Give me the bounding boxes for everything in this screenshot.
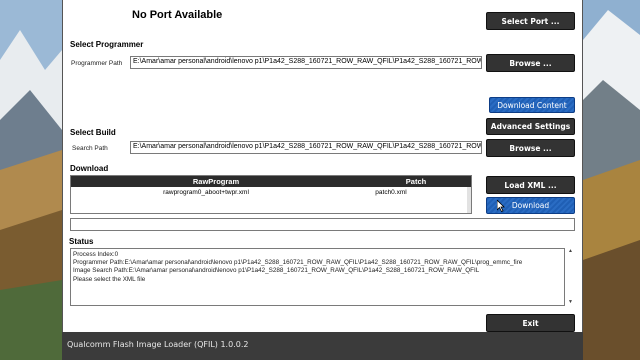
- exit-button[interactable]: Exit: [486, 314, 575, 332]
- grid-scrollbar[interactable]: [467, 187, 471, 213]
- window-title-bar: Qualcomm Flash Image Loader (QFIL) 1.0.0…: [62, 332, 583, 360]
- build-browse-button[interactable]: Browse ...: [486, 139, 575, 157]
- search-path-label: Search Path: [72, 145, 108, 152]
- progress-field: [70, 218, 575, 231]
- status-line: Image Search Path:E:\Amar\amar personal\…: [73, 267, 480, 275]
- select-build-heading: Select Build: [70, 128, 116, 137]
- status-line: Programmer Path:E:\Amar\amar personal\an…: [73, 259, 523, 267]
- programmer-browse-button[interactable]: Browse ...: [486, 54, 575, 72]
- download-grid-header: RawProgram Patch: [71, 176, 471, 187]
- status-line: Process Index:0: [73, 251, 119, 258]
- download-grid[interactable]: RawProgram Patch rawprogram0_aboot+twpr.…: [70, 175, 472, 214]
- mouse-pointer-icon: [497, 200, 505, 212]
- rawprogram-cell: rawprogram0_aboot+twpr.xml: [163, 189, 249, 196]
- desktop-wallpaper-right: [583, 0, 640, 360]
- status-heading: Status: [69, 237, 94, 246]
- patch-cell: patch0.xml: [375, 189, 407, 196]
- status-scrollbar[interactable]: ▲ ▼: [566, 248, 575, 306]
- column-header-patch[interactable]: Patch: [361, 177, 471, 186]
- download-heading: Download: [70, 164, 109, 173]
- select-programmer-heading: Select Programmer: [70, 40, 144, 49]
- select-port-button[interactable]: Select Port ...: [486, 12, 575, 30]
- load-xml-button[interactable]: Load XML ...: [486, 176, 575, 194]
- advanced-settings-button[interactable]: Advanced Settings: [486, 118, 575, 135]
- column-header-rawprogram[interactable]: RawProgram: [71, 177, 361, 186]
- status-line: Please select the XML file: [73, 275, 146, 283]
- desktop-wallpaper-left: [0, 0, 62, 360]
- download-content-button[interactable]: Download Content: [489, 97, 575, 113]
- programmer-path-label: Programmer Path: [71, 60, 123, 67]
- search-path-field[interactable]: E:\Amar\amar personal\android\lenovo p1\…: [130, 141, 482, 154]
- table-row[interactable]: rawprogram0_aboot+twpr.xml patch0.xml: [71, 188, 471, 199]
- scroll-down-icon[interactable]: ▼: [568, 299, 573, 305]
- port-status-label: No Port Available: [132, 9, 223, 21]
- window-title: Qualcomm Flash Image Loader (QFIL) 1.0.0…: [67, 340, 249, 349]
- scroll-up-icon[interactable]: ▲: [568, 248, 573, 254]
- programmer-path-field[interactable]: E:\Amar\amar personal\android\lenovo p1\…: [130, 56, 482, 69]
- status-log[interactable]: Process Index:0 Programmer Path:E:\Amar\…: [70, 248, 565, 306]
